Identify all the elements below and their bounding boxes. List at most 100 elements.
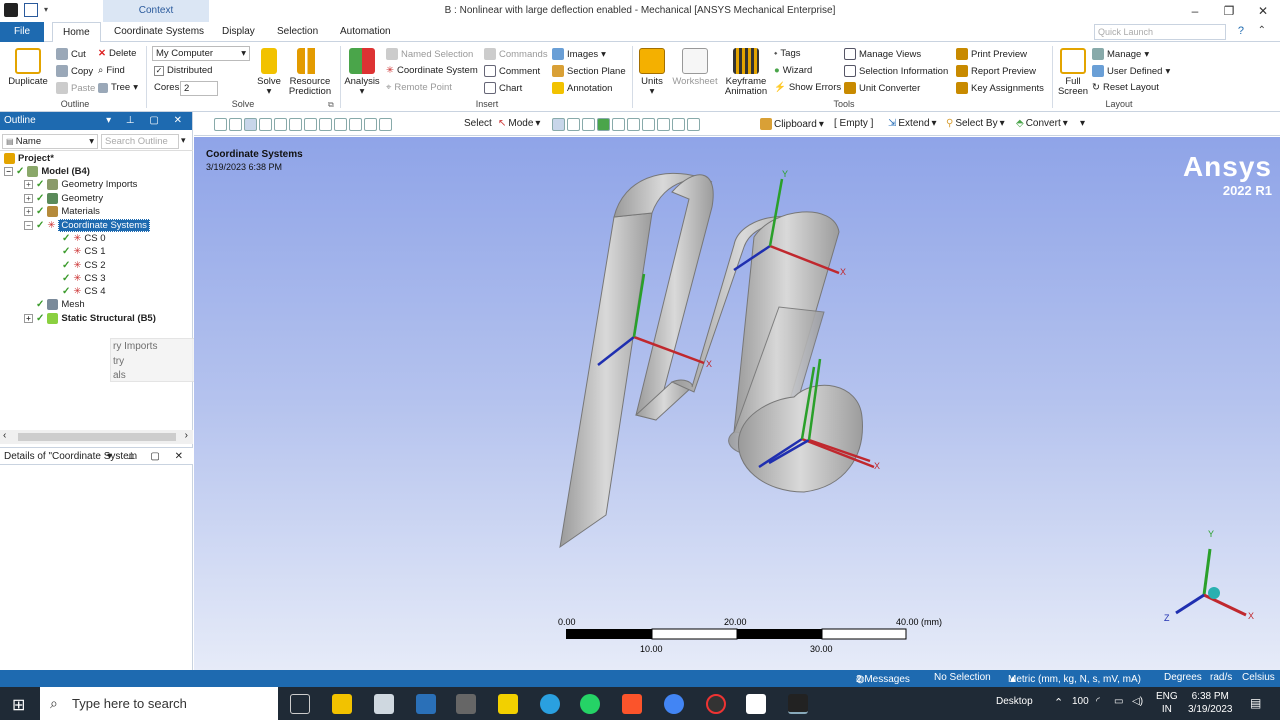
calculator-icon[interactable] <box>374 694 394 714</box>
whatsapp-icon[interactable] <box>580 694 600 714</box>
selection-information-button[interactable]: Selection Information <box>844 65 948 77</box>
tray-expand-icon[interactable]: ⌃ <box>1054 696 1063 709</box>
tree-node-static-structural[interactable]: + ✓ Static Structural (B5) <box>24 312 156 325</box>
tab-automation[interactable]: Automation <box>340 22 391 42</box>
named-selection-button[interactable]: Named Selection <box>386 48 473 60</box>
volume-icon[interactable]: ◁) <box>1132 696 1143 707</box>
rate-units-status[interactable]: rad/s <box>1210 672 1232 683</box>
file-explorer-icon[interactable] <box>332 694 352 714</box>
edge-filter-icon[interactable] <box>567 118 580 131</box>
tab-display[interactable]: Display <box>222 22 255 42</box>
extend-button[interactable]: ⇲ Extend ▾ <box>888 118 937 129</box>
desktop-toolbar[interactable]: Desktop <box>996 696 1033 707</box>
fit-view-icon[interactable] <box>289 118 302 131</box>
select-by-button[interactable]: ⚲ Select By ▾ <box>946 118 1005 129</box>
manage-views-button[interactable]: Manage Views <box>844 48 921 60</box>
battery-icon[interactable]: ▭ <box>1114 696 1123 707</box>
tree-node-cs-3[interactable]: ✓ ✳ CS 3 <box>62 272 105 285</box>
report-preview-button[interactable]: Report Preview <box>956 65 1036 77</box>
mesh-select-icon[interactable] <box>657 118 670 131</box>
annotation-button[interactable]: Annotation <box>552 82 612 94</box>
user-defined-button[interactable]: User Defined ▾ <box>1092 65 1170 77</box>
clock[interactable]: 6:38 PM 3/19/2023 <box>1188 690 1233 716</box>
solve-process-select[interactable]: My Computer ▾ <box>152 46 250 61</box>
expand-icon[interactable]: + <box>24 194 33 203</box>
zoom-out-icon[interactable] <box>229 118 242 131</box>
manage-layout-button[interactable]: Manage ▾ <box>1092 48 1149 60</box>
print-preview-button[interactable]: Print Preview <box>956 48 1027 60</box>
copy-button[interactable]: Copy <box>56 65 93 77</box>
resource-prediction-button[interactable]: Resource Prediction <box>286 48 334 97</box>
expand-icon[interactable]: + <box>24 207 33 216</box>
sticky-notes-icon[interactable] <box>498 694 518 714</box>
wifi-icon[interactable]: ◜ <box>1096 696 1100 707</box>
coordinate-system-button[interactable]: ✳ Coordinate System <box>386 65 478 76</box>
outline-horizontal-scrollbar[interactable]: ‹ › <box>0 430 193 444</box>
angle-units-status[interactable]: Degrees <box>1164 672 1202 683</box>
scroll-right-icon[interactable]: › <box>185 430 188 441</box>
clipboard-button[interactable]: Clipboard ▾ <box>760 118 824 130</box>
brave-icon[interactable] <box>622 694 642 714</box>
search-outline-input[interactable]: Search Outline <box>101 134 179 149</box>
tab-selection[interactable]: Selection <box>277 22 318 42</box>
tree-node-geometry-imports[interactable]: + ✓ Geometry Imports <box>24 178 137 191</box>
rotate-icon[interactable] <box>304 118 317 131</box>
collapse-icon[interactable]: − <box>24 221 33 230</box>
extend-select-icon[interactable] <box>672 118 685 131</box>
ansys-taskbar-icon[interactable] <box>788 694 808 714</box>
scroll-left-icon[interactable]: ‹ <box>3 430 6 441</box>
shaded-view-icon[interactable] <box>259 118 272 131</box>
zoom-in-icon[interactable] <box>214 118 227 131</box>
reset-layout-button[interactable]: ↻ Reset Layout <box>1092 82 1159 93</box>
close-button[interactable]: ✕ <box>1246 0 1280 22</box>
name-filter-select[interactable]: ▤ Name ▾ <box>2 134 98 149</box>
element-filter-icon[interactable] <box>642 118 655 131</box>
telegram-icon[interactable] <box>540 694 560 714</box>
restore-button[interactable]: ❐ <box>1212 0 1246 22</box>
tab-coordinate-systems[interactable]: Coordinate Systems <box>114 22 204 42</box>
tags-button[interactable]: ⬩ Tags <box>774 48 801 59</box>
tree-node-geometry[interactable]: + ✓ Geometry <box>24 192 103 205</box>
tab-home[interactable]: Home <box>52 22 101 42</box>
iso-view-icon[interactable] <box>244 118 257 131</box>
notifications-icon[interactable]: ▤ <box>1250 696 1261 710</box>
screen-recorder-icon[interactable] <box>706 694 726 714</box>
temp-units-status[interactable]: Celsius <box>1242 672 1275 683</box>
unit-converter-button[interactable]: Unit Converter <box>844 82 920 94</box>
commands-button[interactable]: Commands <box>484 48 548 60</box>
show-errors-button[interactable]: ⚡ Show Errors <box>774 82 841 93</box>
cores-input[interactable]: 2 <box>180 81 218 96</box>
scrollbar-thumb[interactable] <box>18 433 176 441</box>
quick-launch-input[interactable]: Quick Launch <box>1094 24 1226 40</box>
analysis-button[interactable]: Analysis ▾ <box>344 48 380 97</box>
chrome-icon[interactable] <box>664 694 684 714</box>
pan-icon[interactable] <box>319 118 332 131</box>
find-button[interactable]: ⌕ Find <box>98 65 125 76</box>
expand-icon[interactable]: + <box>24 314 33 323</box>
body-filter-icon[interactable] <box>597 118 610 131</box>
distributed-checkbox[interactable]: ✓ Distributed <box>154 65 212 76</box>
vertex-filter-icon[interactable] <box>552 118 565 131</box>
language-indicator[interactable]: ENG IN <box>1156 690 1178 716</box>
tree-node-materials[interactable]: + ✓ Materials <box>24 205 100 218</box>
solve-button[interactable]: Solve ▾ <box>252 48 286 97</box>
select-button[interactable]: Select <box>464 118 492 129</box>
tree-node-mesh[interactable]: ✓ Mesh <box>36 298 85 311</box>
element-face-filter-icon[interactable] <box>627 118 640 131</box>
zoom-box-icon[interactable] <box>334 118 347 131</box>
expand-icon[interactable]: + <box>24 180 33 189</box>
node-filter-icon[interactable] <box>612 118 625 131</box>
zoom-fit-icon[interactable] <box>349 118 362 131</box>
document-icon[interactable] <box>746 694 766 714</box>
details-pane-controls[interactable]: ▾ ⊥ ▢ ✕ <box>107 448 189 466</box>
paste-button[interactable]: Paste <box>56 82 95 94</box>
worksheet-button[interactable]: Worksheet <box>670 48 720 87</box>
full-screen-button[interactable]: Full Screen <box>1056 48 1090 97</box>
tree-node-cs-2[interactable]: ✓ ✳ CS 2 <box>62 259 105 272</box>
duplicate-button[interactable]: Duplicate <box>6 48 50 87</box>
collapse-icon[interactable]: − <box>4 167 13 176</box>
windows-start-icon[interactable]: ⊞ <box>12 695 25 715</box>
app-icon[interactable] <box>456 694 476 714</box>
mode-button[interactable]: ↖ Mode ▾ <box>498 118 540 129</box>
tree-node-cs-4[interactable]: ✓ ✳ CS 4 <box>62 285 105 298</box>
